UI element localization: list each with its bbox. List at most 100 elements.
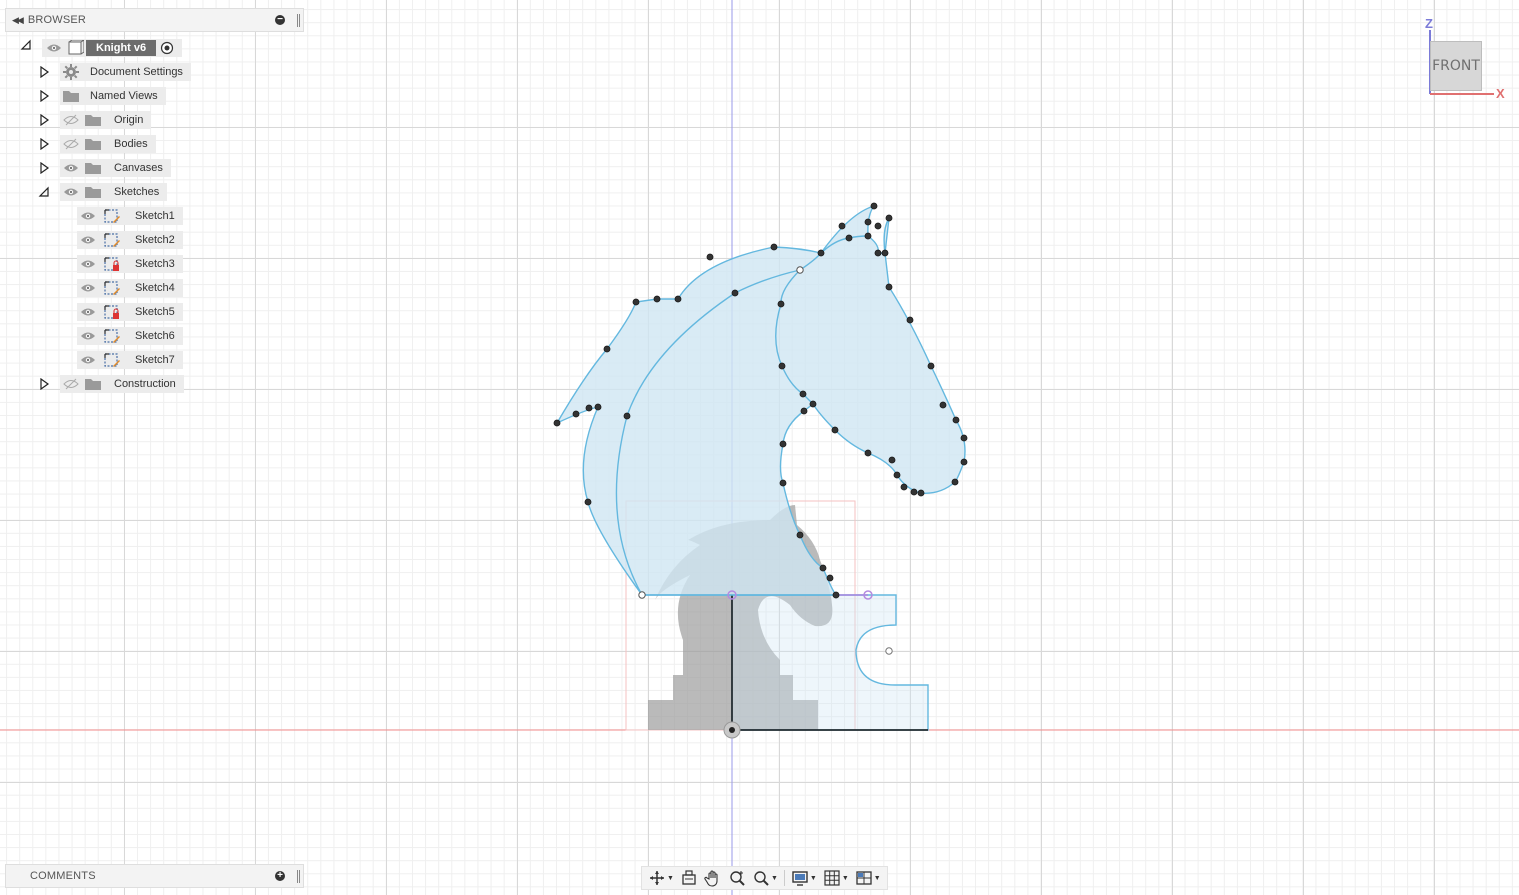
control-point[interactable] [951,478,959,486]
grid-settings[interactable]: ▼ [821,868,851,888]
browser-item-sketch6[interactable]: Sketch6 [77,327,183,345]
browser-item-sketch5[interactable]: Sketch5 [77,303,183,321]
look-at-tool[interactable] [678,868,700,888]
browser-item-sketch3[interactable]: Sketch3 [77,255,183,273]
eye-hidden-icon[interactable] [63,114,79,126]
expanded-triangle-icon[interactable] [20,39,42,57]
control-point[interactable] [910,488,918,496]
control-point[interactable] [585,404,593,412]
control-point[interactable] [826,574,834,582]
control-point[interactable] [809,400,817,408]
sketch-point-open[interactable] [885,647,893,655]
collapse-panel-icon[interactable]: ◀◀ [12,15,24,26]
control-point[interactable] [674,295,682,303]
control-point[interactable] [817,249,825,257]
control-point[interactable] [874,222,882,230]
browser-item-sketch1[interactable]: Sketch1 [77,207,183,225]
browser-item-bodies[interactable]: Bodies [38,135,156,153]
panel-grip-icon[interactable] [297,14,300,27]
fit-tool[interactable]: ▼ [750,868,780,888]
control-point[interactable] [796,531,804,539]
eye-icon[interactable] [63,186,79,198]
root-component-row[interactable]: Knight v6 [20,39,183,57]
sketch-point-open[interactable] [796,266,804,274]
control-point[interactable] [779,479,787,487]
zoom-tool[interactable] [726,868,748,888]
control-point[interactable] [632,298,640,306]
control-point[interactable] [881,249,889,257]
browser-item-document-settings[interactable]: Document Settings [38,63,191,81]
control-point[interactable] [832,591,840,599]
control-point[interactable] [572,410,580,418]
control-point[interactable] [900,483,908,491]
browser-item-named-views[interactable]: Named Views [38,87,166,105]
control-point[interactable] [706,253,714,261]
control-point[interactable] [864,232,872,240]
eye-icon[interactable] [80,354,96,366]
control-point[interactable] [731,289,739,297]
control-point[interactable] [777,300,785,308]
control-point[interactable] [864,449,872,457]
eye-icon[interactable] [46,42,62,54]
control-point[interactable] [584,498,592,506]
control-point[interactable] [870,202,878,210]
collapsed-triangle-icon[interactable] [38,114,60,126]
collapsed-triangle-icon[interactable] [38,138,60,150]
eye-icon[interactable] [80,210,96,222]
browser-item-sketches[interactable]: Sketches [38,183,168,201]
control-point[interactable] [838,222,846,230]
viewcube-face-front[interactable]: FRONT [1430,41,1482,91]
control-point[interactable] [770,243,778,251]
control-point[interactable] [864,218,872,226]
display-settings[interactable]: ▼ [789,868,819,888]
browser-item-canvases[interactable]: Canvases [38,159,171,177]
control-point[interactable] [831,426,839,434]
control-point[interactable] [939,401,947,409]
orbit-tool[interactable]: ▼ [646,868,676,888]
sketch-point-open[interactable] [638,591,646,599]
control-point[interactable] [885,283,893,291]
control-point[interactable] [906,316,914,324]
collapsed-triangle-icon[interactable] [38,162,60,174]
browser-item-origin[interactable]: Origin [38,111,152,129]
plus-circle-icon[interactable]: + [275,871,285,881]
control-point[interactable] [623,412,631,420]
minus-circle-icon[interactable]: − [275,15,285,25]
control-point[interactable] [779,440,787,448]
control-point[interactable] [960,434,968,442]
browser-item-sketch2[interactable]: Sketch2 [77,231,183,249]
control-point[interactable] [888,456,896,464]
viewports[interactable]: ▼ [853,868,883,888]
eye-icon[interactable] [80,234,96,246]
pan-tool[interactable] [702,868,724,888]
eye-icon[interactable] [80,258,96,270]
control-point[interactable] [845,234,853,242]
panel-grip-icon[interactable] [297,870,300,883]
expanded-triangle-icon[interactable] [38,186,60,198]
control-point[interactable] [893,471,901,479]
browser-panel-header[interactable]: ◀◀ BROWSER − [5,8,304,32]
eye-icon[interactable] [80,306,96,318]
control-point[interactable] [778,362,786,370]
eye-icon[interactable] [63,162,79,174]
control-point[interactable] [885,214,893,222]
eye-icon[interactable] [80,282,96,294]
browser-item-sketch4[interactable]: Sketch4 [77,279,183,297]
control-point[interactable] [553,419,561,427]
control-point[interactable] [960,458,968,466]
control-point[interactable] [603,345,611,353]
control-point[interactable] [917,489,925,497]
eye-icon[interactable] [80,330,96,342]
comments-panel-header[interactable]: COMMENTS + [5,864,304,888]
collapsed-triangle-icon[interactable] [38,66,60,78]
control-point[interactable] [594,403,602,411]
control-point[interactable] [952,416,960,424]
viewcube[interactable]: FRONT Z X [1420,16,1512,102]
collapsed-triangle-icon[interactable] [38,378,60,390]
browser-item-construction[interactable]: Construction [38,375,184,393]
control-point[interactable] [819,564,827,572]
control-point[interactable] [800,407,808,415]
control-point[interactable] [799,390,807,398]
canvas-viewport[interactable] [0,0,1519,895]
control-point[interactable] [927,362,935,370]
